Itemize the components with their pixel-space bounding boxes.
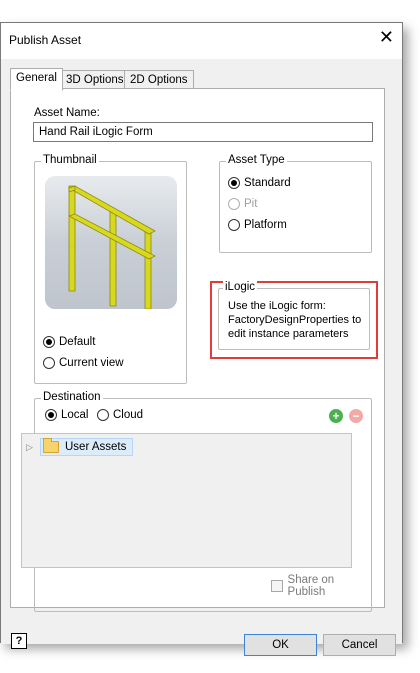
expand-arrow-icon[interactable]: ▷ (26, 442, 40, 453)
thumbnail-current-view-label: Current view (59, 357, 124, 369)
publish-asset-dialog: Publish Asset ✕ General 3D Options 2D Op… (0, 22, 403, 656)
radio-standard[interactable] (228, 177, 240, 189)
window-title: Publish Asset (9, 33, 82, 47)
ilogic-highlight-box: iLogic Use the iLogic form: FactoryDesig… (210, 281, 378, 359)
asset-name-input[interactable]: Hand Rail iLogic Form (33, 122, 373, 142)
tree-item-label: User Assets (65, 441, 127, 453)
radio-pit (228, 198, 240, 210)
destination-tree[interactable]: ▷ User Assets (21, 433, 352, 568)
tab-2d-options[interactable]: 2D Options (124, 70, 194, 90)
share-on-publish-label: Share on Publish (287, 574, 335, 598)
ilogic-description: Use the iLogic form: FactoryDesignProper… (228, 300, 362, 340)
folder-icon (43, 438, 59, 453)
radio-platform[interactable] (228, 219, 240, 231)
destination-cloud-label: Cloud (113, 409, 144, 421)
thumbnail-default-option[interactable]: Default (43, 336, 95, 348)
title-bar: Publish Asset ✕ (1, 23, 402, 59)
thumbnail-legend: Thumbnail (41, 154, 99, 166)
asset-type-pit-label: Pit (244, 198, 258, 210)
radio-default[interactable] (43, 336, 55, 348)
minus-circle-icon: − (349, 409, 363, 423)
destination-local-label: Local (61, 409, 89, 421)
asset-type-pit-option: Pit (228, 198, 257, 210)
tab-general[interactable]: General (10, 68, 63, 91)
asset-type-standard-label: Standard (244, 177, 291, 189)
thumbnail-default-label: Default (59, 336, 96, 348)
tree-item-user-assets[interactable]: ▷ User Assets (26, 438, 134, 456)
thumbnail-group: Thumbnail Default Current view (34, 154, 187, 384)
asset-type-platform-label: Platform (244, 219, 287, 231)
asset-name-label: Asset Name: (34, 107, 100, 119)
asset-type-legend: Asset Type (226, 154, 287, 166)
ok-button[interactable]: OK (244, 634, 317, 656)
asset-type-standard-option[interactable]: Standard (228, 177, 291, 189)
share-on-publish-option: Share on Publish (271, 574, 371, 598)
destination-cloud-option[interactable]: Cloud (97, 409, 143, 421)
radio-local[interactable] (45, 409, 57, 421)
ilogic-legend: iLogic (223, 281, 258, 293)
asset-type-platform-option[interactable]: Platform (228, 219, 287, 231)
tree-item-selected[interactable]: User Assets (40, 438, 134, 456)
cancel-button[interactable]: Cancel (323, 634, 396, 656)
hand-rail-image (67, 185, 156, 309)
radio-current-view[interactable] (43, 357, 55, 369)
close-icon[interactable]: ✕ (379, 27, 394, 47)
thumbnail-preview (45, 176, 177, 309)
radio-cloud[interactable] (97, 409, 109, 421)
thumbnail-current-view-option[interactable]: Current view (43, 357, 124, 369)
help-icon[interactable]: ? (11, 633, 27, 649)
plus-circle-icon[interactable]: + (329, 409, 343, 423)
destination-local-option[interactable]: Local (45, 409, 89, 421)
asset-type-group: Asset Type Standard Pit Platform (219, 154, 372, 253)
share-checkbox (271, 580, 283, 592)
tab-3d-options[interactable]: 3D Options (60, 70, 130, 90)
destination-legend: Destination (41, 391, 103, 403)
